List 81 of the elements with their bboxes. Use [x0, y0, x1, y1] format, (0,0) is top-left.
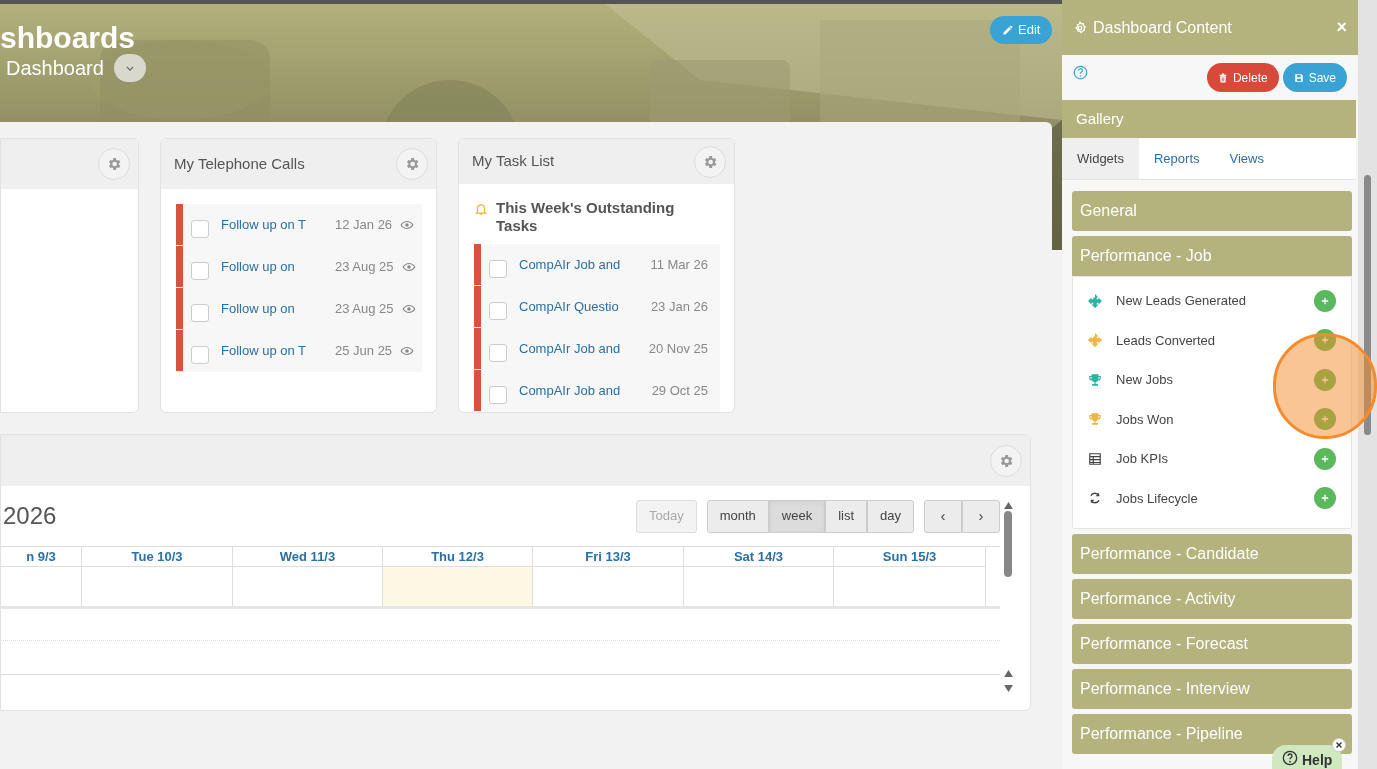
settings-icon	[106, 156, 122, 172]
checkbox[interactable]	[489, 385, 507, 404]
gallery-tab[interactable]: Widgets	[1062, 138, 1139, 179]
widget-name: Jobs Won	[1116, 410, 1174, 429]
trash-icon	[1217, 72, 1228, 83]
pencil-icon	[1002, 24, 1014, 36]
panel-title: Dashboard Content	[1093, 17, 1232, 38]
item-link[interactable]: Follow up on	[221, 298, 327, 319]
scroll-up-icon	[1003, 670, 1013, 677]
item-date: 11 Mar 26	[650, 255, 708, 274]
item-link[interactable]: Follow up on T	[221, 340, 327, 361]
checkbox[interactable]	[191, 219, 209, 238]
settings-icon	[702, 153, 718, 170]
plus-icon	[1321, 296, 1329, 305]
settings-icon	[404, 156, 420, 172]
gallery-header: Gallery	[1062, 100, 1356, 138]
widget-name: Leads Converted	[1116, 331, 1215, 350]
item-link[interactable]: Follow up on T	[221, 214, 327, 235]
dashboard-name: Dashboard	[6, 56, 104, 81]
item-link[interactable]: CompAIr Job and	[519, 254, 625, 275]
checkbox[interactable]	[191, 261, 209, 280]
plus-icon	[1321, 494, 1329, 503]
item-date: 23 Aug 25	[335, 299, 394, 318]
checkbox[interactable]	[489, 343, 507, 362]
help-icon[interactable]	[1073, 65, 1088, 80]
widget-title: My Task List	[472, 151, 555, 172]
next-button[interactable]: ›	[962, 499, 1000, 533]
plus-icon	[1321, 336, 1329, 345]
item-date: 12 Jan 26	[335, 215, 393, 234]
previous-button[interactable]: ‹	[924, 499, 962, 533]
item-link[interactable]: Follow up on	[221, 256, 327, 277]
widget-title: My Telephone Calls	[174, 153, 305, 174]
page-title: shboards	[0, 20, 136, 56]
chevron-down-icon	[125, 65, 134, 71]
settings-icon	[998, 452, 1014, 469]
edit-button[interactable]: Edit	[990, 16, 1053, 44]
item-link[interactable]: CompAIr Job and	[519, 380, 625, 401]
item-date: 23 Jan 26	[650, 297, 708, 316]
view-button[interactable]: month	[706, 499, 769, 533]
view-button[interactable]: list	[825, 499, 868, 533]
widget-name: Job KPIs	[1116, 450, 1169, 468]
scroll-up-icon	[1003, 502, 1013, 509]
settings-button[interactable]	[98, 148, 130, 180]
settings-icon	[1073, 20, 1087, 35]
calendar-title: 2026	[3, 501, 57, 531]
scrollbar[interactable]	[1358, 0, 1377, 769]
item-link[interactable]: CompAIr Questio	[519, 296, 625, 317]
add-button[interactable]	[1314, 329, 1336, 352]
save-button[interactable]: Save	[1282, 63, 1347, 92]
checkbox[interactable]	[489, 259, 507, 278]
checkbox[interactable]	[191, 303, 209, 322]
delete-button[interactable]: Delete	[1206, 63, 1279, 92]
add-button[interactable]	[1314, 368, 1336, 391]
add-button[interactable]	[1314, 289, 1336, 312]
item-date: 20 Nov 25	[648, 339, 708, 358]
add-button[interactable]	[1314, 487, 1336, 510]
widget-name: New Jobs	[1116, 371, 1174, 389]
view-button[interactable]: week	[768, 499, 826, 533]
item-date: 23 Aug 25	[335, 257, 394, 276]
help-button[interactable]: Help	[1272, 745, 1343, 769]
help-icon	[1282, 750, 1298, 766]
bell-icon	[474, 202, 488, 216]
item-link[interactable]: CompAIr Job and	[519, 338, 625, 359]
item-date: 25 Jun 25	[335, 341, 393, 360]
plus-icon	[1321, 454, 1329, 463]
checkbox[interactable]	[489, 301, 507, 320]
widget-name: New Leads Generated	[1116, 292, 1247, 310]
add-button[interactable]	[1314, 447, 1336, 470]
checkbox[interactable]	[191, 345, 209, 364]
settings-button[interactable]	[990, 444, 1022, 477]
settings-button[interactable]	[396, 148, 428, 180]
view-button[interactable]: day	[867, 499, 914, 533]
plus-icon	[1321, 375, 1329, 384]
item-date: 29 Oct 25	[651, 381, 708, 400]
add-button[interactable]	[1314, 408, 1336, 431]
settings-button[interactable]	[694, 145, 726, 178]
widget-name: Jobs Lifecycle	[1116, 489, 1198, 508]
task-heading: This Week's Outstanding Tasks	[496, 199, 676, 235]
scroll-thumb[interactable]	[1004, 511, 1012, 577]
plus-icon	[1321, 415, 1329, 424]
scroll-down-icon	[1003, 685, 1013, 692]
